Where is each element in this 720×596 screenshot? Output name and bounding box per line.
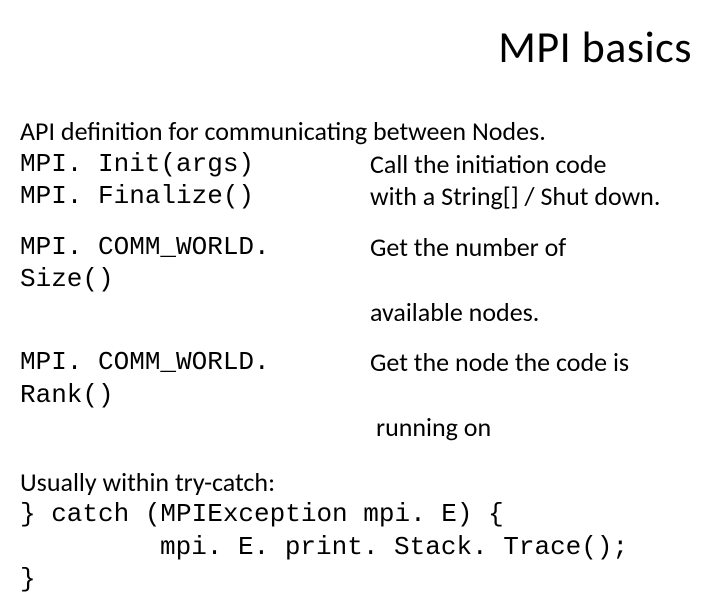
slide: MPI basics API definition for communicat… <box>0 0 720 540</box>
desc-rank-b: running on <box>370 411 700 444</box>
desc-finalize: with a String[] / Shut down. <box>370 180 700 213</box>
desc-size-a: Get the number of <box>370 231 700 264</box>
api-row-rank: MPI. COMM_WORLD. Rank() Get the node the… <box>20 346 700 411</box>
code-rank: MPI. COMM_WORLD. Rank() <box>20 346 370 411</box>
code-finalize: MPI. Finalize() <box>20 180 370 213</box>
desc-init: Call the initiation code <box>370 148 700 181</box>
intro-line: API definition for communicating between… <box>20 115 700 148</box>
api-row-rank-cont: running on <box>20 411 700 444</box>
code-catch-close: } <box>20 563 700 596</box>
slide-title: MPI basics <box>498 20 692 74</box>
api-row-finalize: MPI. Finalize() with a String[] / Shut d… <box>20 180 700 213</box>
slide-body: API definition for communicating between… <box>20 115 700 596</box>
desc-size-b: available nodes. <box>370 296 700 329</box>
code-init: MPI. Init(args) <box>20 148 370 181</box>
api-row-size-cont: available nodes. <box>20 296 700 329</box>
usually-line: Usually within try-catch: <box>20 466 700 499</box>
api-row-size: MPI. COMM_WORLD. Size() Get the number o… <box>20 231 700 296</box>
code-catch-open: } catch (MPIException mpi. E) { <box>20 498 700 531</box>
code-stacktrace: mpi. E. print. Stack. Trace(); <box>20 531 700 564</box>
api-row-init: MPI. Init(args) Call the initiation code <box>20 148 700 181</box>
code-size: MPI. COMM_WORLD. Size() <box>20 231 370 296</box>
desc-rank-a: Get the node the code is <box>370 346 700 379</box>
